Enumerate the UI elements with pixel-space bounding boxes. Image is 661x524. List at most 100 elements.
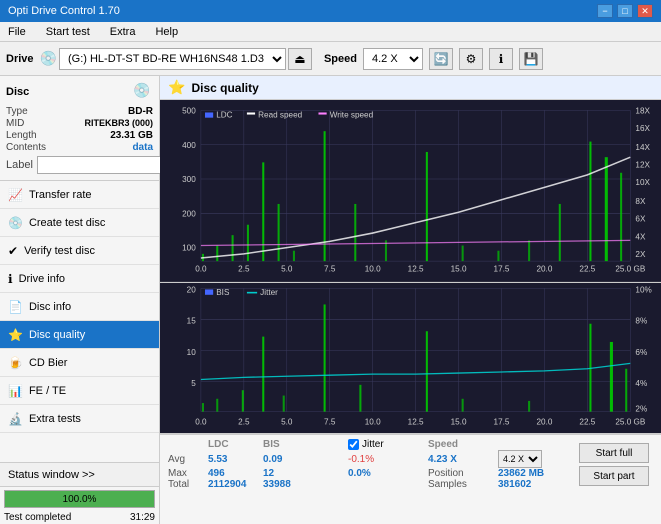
action-buttons: Start full Start part bbox=[575, 439, 653, 490]
toolbar: Drive 💿 (G:) HL-DT-ST BD-RE WH16NS48 1.D… bbox=[0, 42, 661, 76]
maximize-button[interactable]: □ bbox=[617, 4, 633, 18]
svg-text:8X: 8X bbox=[635, 197, 645, 206]
nav-label-fe-te: FE / TE bbox=[29, 385, 66, 397]
main-layout: Disc 💿 Type BD-R MID RITEKBR3 (000) Leng… bbox=[0, 76, 661, 524]
nav-icon-transfer-rate: 📈 bbox=[8, 188, 23, 202]
svg-text:4X: 4X bbox=[635, 232, 645, 241]
nav-icon-fe-te: 📊 bbox=[8, 384, 23, 398]
menu-start-test[interactable]: Start test bbox=[42, 25, 94, 39]
svg-text:4%: 4% bbox=[635, 378, 647, 388]
nav-icon-disc-info: 📄 bbox=[8, 300, 23, 314]
svg-text:12.5: 12.5 bbox=[408, 416, 424, 426]
mid-val: RITEKBR3 (000) bbox=[84, 118, 153, 129]
total-ldc: 2112904 bbox=[208, 479, 263, 490]
jitter-checkbox-row: Jitter bbox=[348, 439, 428, 450]
svg-text:10.0: 10.0 bbox=[365, 264, 381, 273]
start-full-button[interactable]: Start full bbox=[579, 443, 649, 463]
jitter-checkbox[interactable] bbox=[348, 439, 359, 450]
close-button[interactable]: ✕ bbox=[637, 4, 653, 18]
info-button[interactable]: ℹ bbox=[489, 48, 513, 70]
chart1-svg: 500 400 300 200 100 18X 16X 14X 12X 10X … bbox=[160, 100, 661, 282]
svg-text:8%: 8% bbox=[635, 315, 647, 325]
nav-item-transfer-rate[interactable]: 📈 Transfer rate bbox=[0, 181, 159, 209]
svg-text:14X: 14X bbox=[635, 143, 650, 152]
nav-label-extra-tests: Extra tests bbox=[29, 413, 81, 425]
menu-help[interactable]: Help bbox=[151, 25, 182, 39]
total-bis: 33988 bbox=[263, 479, 318, 490]
drive-label: Drive bbox=[6, 53, 34, 65]
nav-icon-drive-info: ℹ bbox=[8, 272, 13, 286]
svg-text:20.0: 20.0 bbox=[536, 264, 552, 273]
menu-extra[interactable]: Extra bbox=[106, 25, 140, 39]
svg-text:Read speed: Read speed bbox=[258, 111, 302, 120]
progress-bar: 100.0% bbox=[4, 490, 155, 508]
speed-label: Speed bbox=[324, 53, 357, 65]
sidebar: Disc 💿 Type BD-R MID RITEKBR3 (000) Leng… bbox=[0, 76, 160, 524]
eject-button[interactable]: ⏏ bbox=[288, 48, 312, 70]
svg-text:BIS: BIS bbox=[216, 287, 230, 297]
nav-item-verify-test-disc[interactable]: ✔Verify test disc bbox=[0, 237, 159, 265]
svg-text:5.0: 5.0 bbox=[281, 416, 293, 426]
svg-text:22.5: 22.5 bbox=[579, 416, 595, 426]
nav-item-disc-info[interactable]: 📄 Disc info bbox=[0, 293, 159, 321]
svg-text:10: 10 bbox=[187, 347, 196, 357]
speed-select[interactable]: 4.2 X bbox=[363, 48, 423, 70]
nav-label-disc-info: Disc info bbox=[29, 301, 71, 313]
minimize-button[interactable]: − bbox=[597, 4, 613, 18]
type-val: BD-R bbox=[128, 106, 153, 117]
svg-text:LDC: LDC bbox=[216, 111, 232, 120]
type-key: Type bbox=[6, 106, 28, 117]
svg-text:6%: 6% bbox=[635, 347, 647, 357]
svg-text:17.5: 17.5 bbox=[494, 416, 510, 426]
drive-select[interactable]: (G:) HL-DT-ST BD-RE WH16NS48 1.D3 bbox=[59, 48, 286, 70]
nav-item-create-test-disc[interactable]: 💿 Create test disc bbox=[0, 209, 159, 237]
svg-text:Jitter: Jitter bbox=[260, 287, 278, 297]
nav-item-cd-bier[interactable]: 🍺CD Bier bbox=[0, 349, 159, 377]
svg-text:5.0: 5.0 bbox=[281, 264, 293, 273]
nav-label-drive-info: Drive info bbox=[19, 273, 65, 285]
svg-text:15.0: 15.0 bbox=[451, 264, 467, 273]
max-jitter: 0.0% bbox=[348, 468, 428, 479]
nav-item-extra-tests[interactable]: 🔬 Extra tests bbox=[0, 405, 159, 433]
speed-select-stats[interactable]: 4.2 X bbox=[498, 450, 542, 468]
svg-text:2.5: 2.5 bbox=[238, 264, 250, 273]
max-label: Max bbox=[168, 468, 208, 479]
max-ldc: 496 bbox=[208, 468, 263, 479]
nav-item-disc-quality[interactable]: ⭐Disc quality bbox=[0, 321, 159, 349]
svg-text:Write speed: Write speed bbox=[330, 111, 374, 120]
svg-text:100: 100 bbox=[182, 244, 196, 253]
nav-label-cd-bier: CD Bier bbox=[29, 357, 68, 369]
nav-item-drive-info[interactable]: ℹ Drive info bbox=[0, 265, 159, 293]
label-key: Label bbox=[6, 159, 33, 171]
nav-label-create-test-disc: Create test disc bbox=[29, 217, 105, 229]
svg-text:25.0 GB: 25.0 GB bbox=[615, 264, 645, 273]
status-text-row: Test completed 31:29 bbox=[0, 511, 159, 524]
save-button[interactable]: 💾 bbox=[519, 48, 543, 70]
svg-text:16X: 16X bbox=[635, 124, 650, 133]
label-input[interactable] bbox=[37, 156, 175, 174]
settings-button[interactable]: ⚙ bbox=[459, 48, 483, 70]
nav-label-transfer-rate: Transfer rate bbox=[29, 189, 92, 201]
svg-text:18X: 18X bbox=[635, 106, 650, 115]
nav-icon-extra-tests: 🔬 bbox=[8, 412, 23, 426]
nav-icon-verify-test-disc: ✔ bbox=[8, 244, 18, 258]
avg-jitter: -0.1% bbox=[348, 450, 428, 468]
title-bar: Opti Drive Control 1.70 − □ ✕ bbox=[0, 0, 661, 22]
menu-file[interactable]: File bbox=[4, 25, 30, 39]
svg-text:6X: 6X bbox=[635, 215, 645, 224]
dq-title: Disc quality bbox=[191, 81, 258, 95]
progress-text: 100.0% bbox=[5, 491, 154, 507]
avg-ldc: 5.53 bbox=[208, 450, 263, 468]
svg-text:15: 15 bbox=[187, 315, 196, 325]
nav-icon-create-test-disc: 💿 bbox=[8, 216, 23, 230]
status-window-button[interactable]: Status window >> bbox=[0, 463, 159, 487]
speed-value: 4.23 X bbox=[428, 450, 498, 468]
dq-icon: ⭐ bbox=[168, 79, 185, 96]
refresh-button[interactable]: 🔄 bbox=[429, 48, 453, 70]
samples-val: 381602 bbox=[498, 479, 544, 490]
start-part-button[interactable]: Start part bbox=[579, 466, 649, 486]
window-controls: − □ ✕ bbox=[597, 4, 653, 18]
chart2-svg: 20 15 10 5 10% 8% 6% 4% 2% 0.0 2.5 5.0 7… bbox=[160, 283, 661, 433]
nav-item-fe-te[interactable]: 📊 FE / TE bbox=[0, 377, 159, 405]
length-val: 23.31 GB bbox=[110, 130, 153, 141]
